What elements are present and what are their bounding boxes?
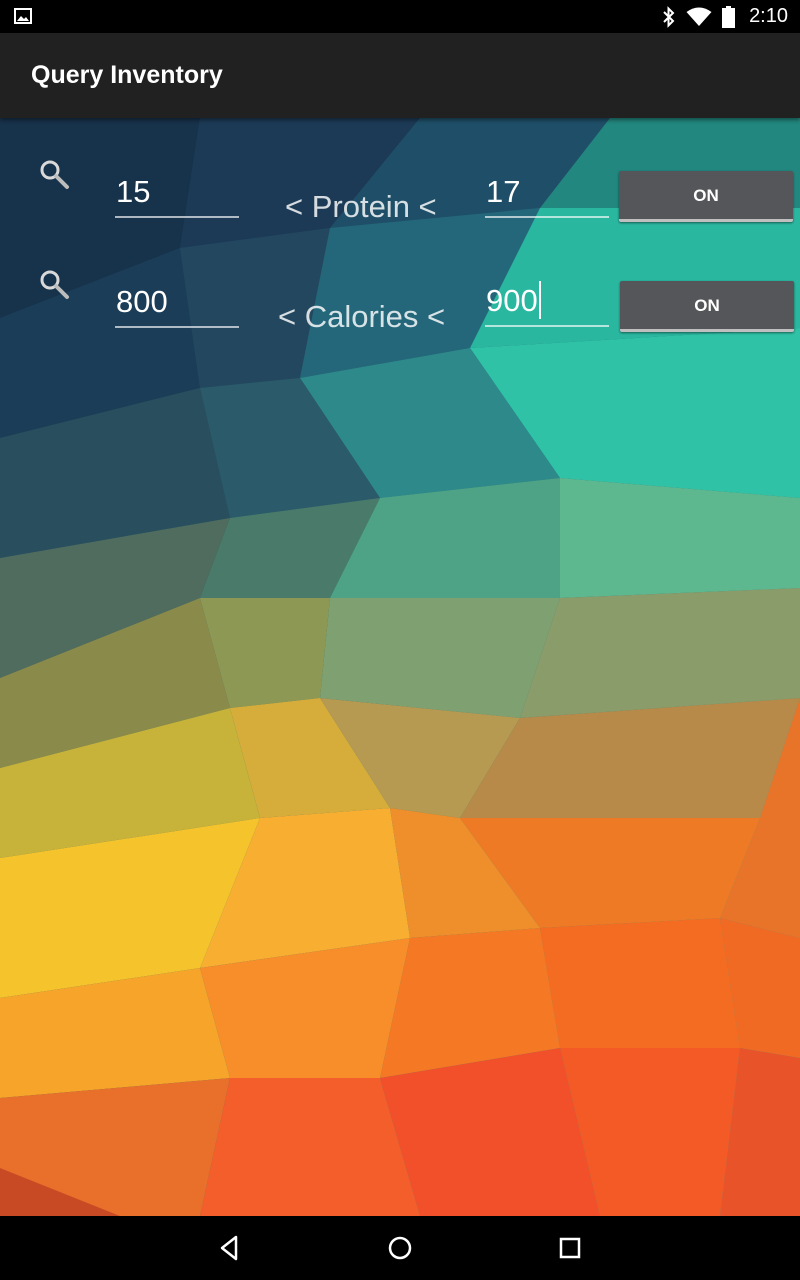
battery-icon <box>722 5 736 28</box>
status-icons: 2:10 <box>662 0 788 33</box>
text-cursor <box>538 281 541 319</box>
status-time: 2:10 <box>749 5 788 27</box>
calories-min-input[interactable]: 800 <box>115 282 239 328</box>
content-area: 15 < Protein < 17 ON 800 < Calories < 90… <box>0 118 800 1216</box>
calories-max-input[interactable]: 900 <box>485 281 609 327</box>
home-icon[interactable] <box>384 1232 416 1264</box>
recents-icon[interactable] <box>554 1232 586 1264</box>
bluetooth-icon <box>663 5 675 28</box>
app-bar: Query Inventory <box>0 33 800 118</box>
image-notification-icon <box>14 8 32 24</box>
calories-range-label: < Calories < <box>278 299 446 334</box>
wifi-icon <box>686 7 712 26</box>
protein-toggle-button[interactable]: ON <box>619 171 793 222</box>
search-icon[interactable] <box>38 268 70 300</box>
status-bar: 2:10 <box>0 0 800 33</box>
calories-max-value: 900 <box>486 283 538 318</box>
app-title: Query Inventory <box>31 61 223 89</box>
protein-max-input[interactable]: 17 <box>485 172 609 218</box>
navigation-bar <box>0 1216 800 1280</box>
app-screen: 2:10 Query Inventory 15 < Protein < 17 O… <box>0 0 800 1280</box>
protein-min-input[interactable]: 15 <box>115 172 239 218</box>
back-icon[interactable] <box>214 1232 246 1264</box>
protein-range-label: < Protein < <box>285 189 437 224</box>
search-icon[interactable] <box>38 158 70 190</box>
calories-toggle-button[interactable]: ON <box>620 281 794 332</box>
